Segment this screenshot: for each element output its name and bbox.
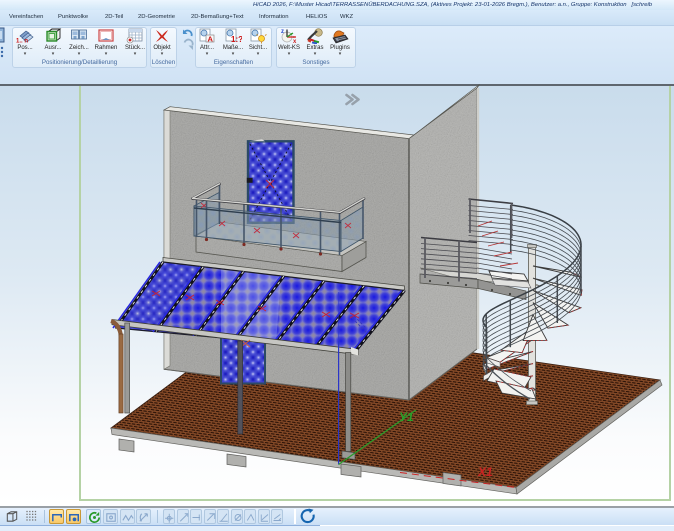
svg-text:A: A bbox=[208, 35, 214, 44]
svg-text:z: z bbox=[281, 29, 284, 35]
svg-text:X1: X1 bbox=[477, 465, 493, 479]
svg-text:Y1: Y1 bbox=[399, 410, 414, 424]
svg-text:x: x bbox=[293, 39, 297, 44]
svg-text:1:?: 1:? bbox=[231, 35, 242, 44]
svg-text:1.. n: 1.. n bbox=[16, 39, 28, 45]
